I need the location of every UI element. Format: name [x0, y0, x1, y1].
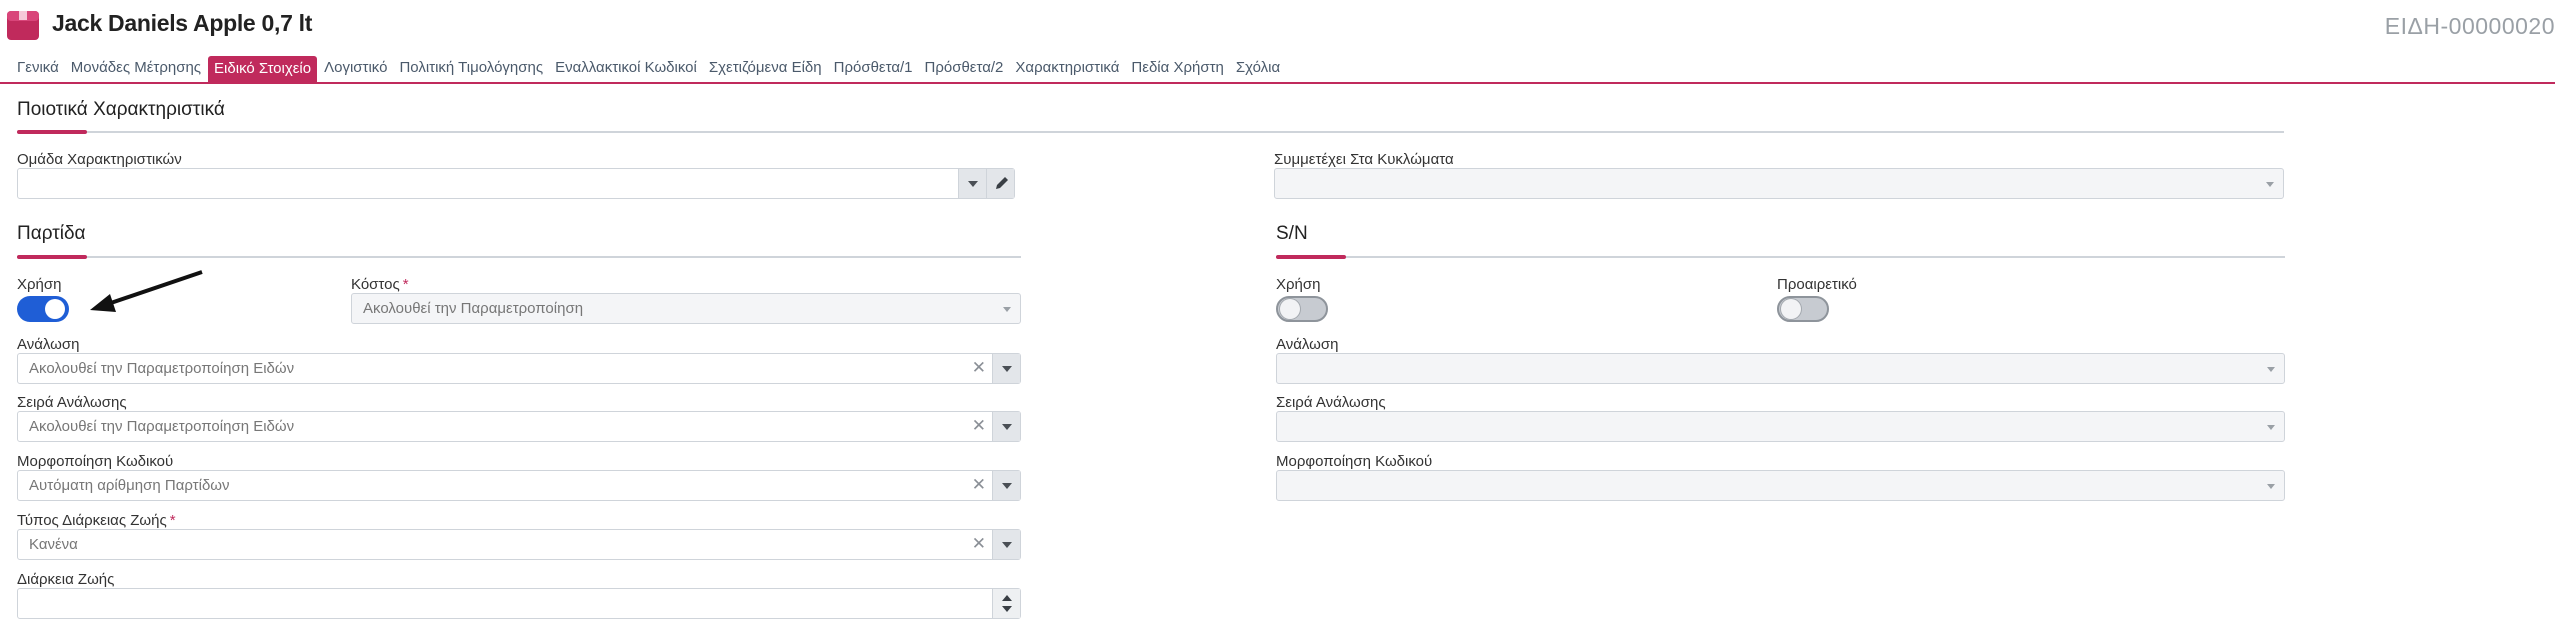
batch-analysis-order-label: Σειρά Ανάλωσης [17, 394, 127, 411]
batch-lifetime-input[interactable] [17, 588, 1021, 619]
batch-lifetime-type-value: Κανένα [29, 536, 78, 553]
batch-cost-value: Ακολουθεί την Παραμετροποίηση [363, 300, 584, 317]
required-mark: * [169, 512, 176, 529]
chevron-down-icon [1003, 307, 1011, 312]
tab-extra-2[interactable]: Πρόσθετα/2 [920, 59, 1009, 82]
batch-section-title: Παρτίδα [17, 223, 86, 244]
toggle-knob [45, 299, 65, 319]
clear-icon[interactable]: ✕ [972, 534, 986, 554]
batch-use-toggle[interactable] [17, 296, 69, 322]
tab-accounting[interactable]: Λογιστικό [319, 59, 392, 82]
required-mark: * [402, 276, 409, 293]
serial-analysis-order-field[interactable] [1276, 411, 2285, 442]
chevron-down-icon [2267, 425, 2275, 430]
batch-section-rule [17, 256, 1021, 258]
page-title: Jack Daniels Apple 0,7 lt [52, 10, 313, 36]
batch-analysis-value: Ακολουθεί την Παραμετροποίηση Ειδών [29, 360, 295, 377]
serial-use-label: Χρήση [1276, 276, 1321, 293]
pencil-icon [996, 177, 1008, 189]
tab-user-fields[interactable]: Πεδία Χρήστη [1126, 59, 1228, 82]
serial-optional-label: Προαιρετικό [1777, 276, 1857, 293]
chevron-down-icon [2267, 367, 2275, 372]
record-header: Jack Daniels Apple 0,7 lt ΕΙΔΗ-00000020 [0, 0, 2555, 56]
chevron-down-icon [1002, 424, 1012, 430]
chevron-down-icon [1002, 483, 1012, 489]
chevron-down-icon [2267, 484, 2275, 489]
chevron-down-icon [1002, 366, 1012, 372]
batch-use-label: Χρήση [17, 276, 62, 293]
batch-cost-label: Κόστος * [351, 276, 409, 293]
batch-lifetime-stepper[interactable] [992, 589, 1020, 618]
batch-code-format-field[interactable]: Αυτόματη αρίθμηση Παρτίδων ✕ [17, 470, 1021, 501]
tab-characteristics[interactable]: Χαρακτηριστικά [1010, 59, 1124, 82]
tab-extra-1[interactable]: Πρόσθετα/1 [829, 59, 918, 82]
tab-related-items[interactable]: Σχετιζόμενα Είδη [704, 59, 827, 82]
batch-analysis-dropdown-button[interactable] [992, 354, 1020, 383]
quality-section-accent [17, 130, 87, 134]
serial-use-toggle[interactable] [1276, 296, 1328, 322]
toggle-knob [1280, 299, 1300, 319]
batch-analysis-field[interactable]: Ακολουθεί την Παραμετροποίηση Ειδών ✕ [17, 353, 1021, 384]
serial-section-title: S/N [1276, 223, 1308, 244]
chevron-down-icon [1002, 542, 1012, 548]
clear-icon[interactable]: ✕ [972, 416, 986, 436]
batch-cost-field[interactable]: Ακολουθεί την Παραμετροποίηση [351, 293, 1021, 324]
product-box-icon [7, 11, 39, 40]
serial-section-accent [1276, 255, 1346, 259]
batch-lifetime-type-dropdown-button[interactable] [992, 530, 1020, 559]
serial-code-format-field[interactable] [1276, 470, 2285, 501]
serial-analysis-field[interactable] [1276, 353, 2285, 384]
batch-analysis-label: Ανάλωση [17, 336, 80, 353]
toggle-knob [1781, 299, 1801, 319]
tab-bar: Γενικά Μονάδες Μέτρησης Ειδικό Στοιχείο … [0, 56, 2555, 84]
quality-section-rule [17, 131, 2284, 133]
participates-cycles-label: Συμμετέχει Στα Κυκλώματα [1274, 151, 1454, 168]
chevron-down-icon [968, 181, 978, 187]
participates-cycles-field[interactable] [1274, 168, 2284, 199]
batch-lifetime-label: Διάρκεια Ζωής [17, 571, 115, 588]
batch-code-format-label: Μορφοποίηση Κωδικού [17, 453, 174, 470]
serial-optional-toggle[interactable] [1777, 296, 1829, 322]
tab-alternative-codes[interactable]: Εναλλακτικοί Κωδικοί [550, 59, 702, 82]
batch-code-format-dropdown-button[interactable] [992, 471, 1020, 500]
batch-analysis-order-value: Ακολουθεί την Παραμετροποίηση Ειδών [29, 418, 295, 435]
chevron-down-icon [2266, 182, 2274, 187]
tab-pricing-policy[interactable]: Πολιτική Τιμολόγησης [394, 59, 548, 82]
characteristics-group-field[interactable] [17, 168, 1015, 199]
batch-lifetime-type-label: Τύπος Διάρκειας Ζωής * [17, 512, 176, 529]
serial-analysis-label: Ανάλωση [1276, 336, 1339, 353]
characteristics-group-dropdown-button[interactable] [958, 169, 986, 198]
clear-icon[interactable]: ✕ [972, 475, 986, 495]
characteristics-group-edit-button[interactable] [986, 169, 1014, 198]
batch-section-accent [17, 255, 87, 259]
tab-special-item[interactable]: Ειδικό Στοιχείο [208, 56, 318, 82]
stepper-arrows-icon [1002, 595, 1012, 612]
tab-comments[interactable]: Σχόλια [1231, 59, 1285, 82]
quality-section-title: Ποιοτικά Χαρακτηριστικά [17, 99, 225, 120]
annotation-arrow-icon [90, 270, 203, 312]
tab-general[interactable]: Γενικά [12, 59, 64, 82]
serial-code-format-label: Μορφοποίηση Κωδικού [1276, 453, 1433, 470]
record-code: ΕΙΔΗ-00000020 [2384, 13, 2555, 39]
serial-analysis-order-label: Σειρά Ανάλωσης [1276, 394, 1386, 411]
batch-analysis-order-dropdown-button[interactable] [992, 412, 1020, 441]
clear-icon[interactable]: ✕ [972, 358, 986, 378]
batch-code-format-value: Αυτόματη αρίθμηση Παρτίδων [29, 477, 230, 494]
characteristics-group-label: Ομάδα Χαρακτηριστικών [17, 151, 182, 168]
serial-section-rule [1276, 256, 2285, 258]
batch-analysis-order-field[interactable]: Ακολουθεί την Παραμετροποίηση Ειδών ✕ [17, 411, 1021, 442]
batch-lifetime-type-field[interactable]: Κανένα ✕ [17, 529, 1021, 560]
tab-units[interactable]: Μονάδες Μέτρησης [66, 59, 206, 82]
